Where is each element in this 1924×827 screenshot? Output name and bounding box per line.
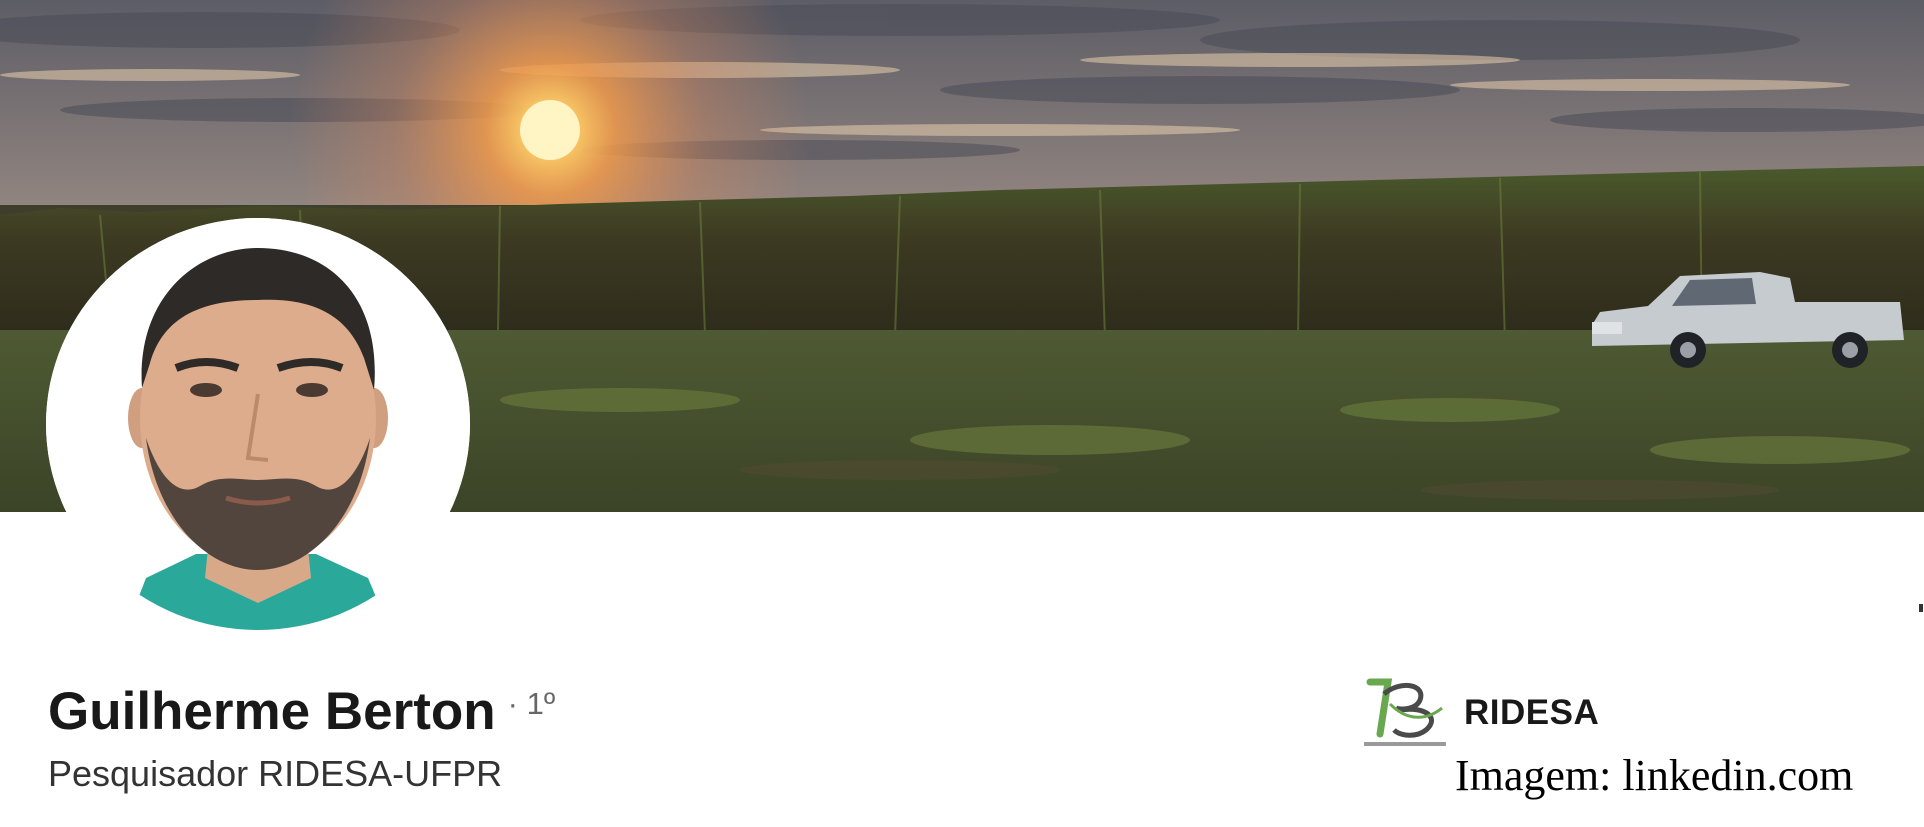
profile-name-row: Guilherme Berton · 1º xyxy=(48,682,555,742)
edge-mark xyxy=(1919,604,1923,612)
current-company[interactable]: RIDESA xyxy=(1360,674,1599,752)
profile-name: Guilherme Berton xyxy=(48,682,496,741)
company-name: RIDESA xyxy=(1464,693,1600,732)
ridesa-logo-icon xyxy=(1360,674,1450,752)
connection-degree: · 1º xyxy=(507,686,556,721)
profile-photo[interactable] xyxy=(46,218,470,630)
profile-headline: Pesquisador RIDESA-UFPR xyxy=(48,753,503,794)
image-credit: Imagem: linkedin.com xyxy=(1455,751,1854,800)
